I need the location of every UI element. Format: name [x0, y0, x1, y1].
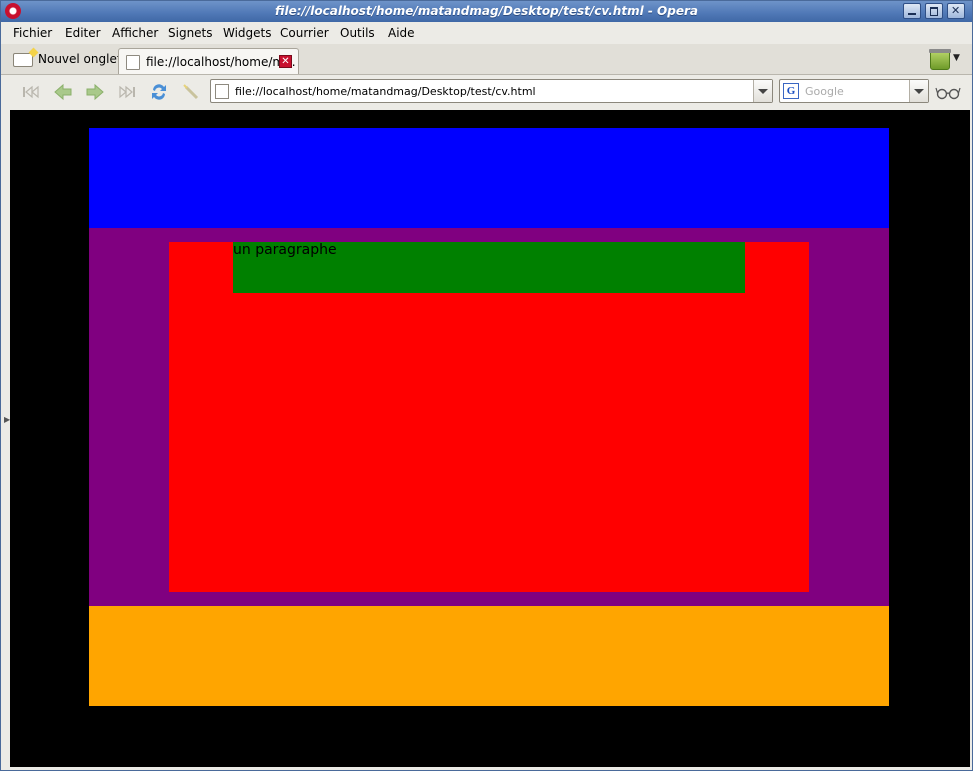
rewind-button[interactable] — [21, 83, 41, 101]
menu-outils[interactable]: Outils — [340, 26, 375, 40]
menu-widgets[interactable]: Widgets — [223, 26, 272, 40]
tab-bar: Nouvel onglet file://localhost/home/m...… — [1, 44, 972, 75]
reload-button[interactable] — [149, 81, 169, 103]
menu-editer[interactable]: Editer — [65, 26, 101, 40]
search-input[interactable]: Google — [805, 85, 844, 98]
new-tab-icon — [13, 53, 33, 67]
search-engine-dropdown[interactable] — [909, 80, 928, 102]
close-tab-icon[interactable]: ✕ — [279, 55, 292, 68]
menu-aide[interactable]: Aide — [388, 26, 415, 40]
address-input[interactable]: file://localhost/home/matandmag/Desktop/… — [235, 85, 536, 98]
close-window-button[interactable] — [947, 3, 965, 19]
page-icon — [126, 55, 140, 70]
menu-fichier[interactable]: Fichier — [13, 26, 52, 40]
page-viewport: un paragraphe — [10, 110, 970, 767]
menu-afficher[interactable]: Afficher — [112, 26, 158, 40]
page-icon — [215, 84, 229, 99]
forward-button[interactable] — [85, 83, 105, 101]
reload-icon — [152, 84, 166, 100]
google-icon[interactable]: G — [783, 83, 799, 99]
glasses-icon[interactable] — [935, 84, 961, 100]
menu-courrier[interactable]: Courrier — [280, 26, 329, 40]
content-block — [169, 242, 809, 592]
menu-signets[interactable]: Signets — [168, 26, 213, 40]
header-block — [89, 128, 889, 228]
new-tab-label: Nouvel onglet — [38, 52, 122, 66]
browser-window: file://localhost/home/matandmag/Desktop/… — [0, 0, 973, 771]
fast-forward-button[interactable] — [117, 83, 137, 101]
back-button[interactable] — [53, 83, 73, 101]
paragraph-block: un paragraphe — [233, 242, 745, 293]
trash-menu-arrow-icon[interactable]: ▼ — [953, 53, 960, 63]
search-bar[interactable]: G Google — [779, 79, 929, 103]
back-arrow-icon — [54, 83, 72, 101]
tab-active[interactable]: file://localhost/home/m... ✕ — [118, 48, 299, 74]
trash-icon[interactable] — [929, 49, 951, 70]
menu-bar: Fichier Editer Afficher Signets Widgets … — [1, 22, 972, 44]
minimize-button[interactable] — [903, 3, 921, 19]
address-history-dropdown[interactable] — [753, 80, 772, 102]
rewind-icon — [23, 85, 39, 99]
tab-label: file://localhost/home/m... — [146, 55, 296, 69]
wand-button[interactable] — [181, 83, 201, 101]
paragraph-text: un paragraphe — [233, 242, 337, 258]
address-bar[interactable]: file://localhost/home/matandmag/Desktop/… — [210, 79, 773, 103]
title-bar: file://localhost/home/matandmag/Desktop/… — [1, 1, 972, 22]
fast-forward-icon — [119, 85, 135, 99]
footer-block — [89, 606, 889, 706]
wand-icon — [183, 84, 199, 100]
window-title: file://localhost/home/matandmag/Desktop/… — [275, 4, 698, 18]
navigation-toolbar: file://localhost/home/matandmag/Desktop/… — [1, 75, 972, 109]
forward-arrow-icon — [86, 83, 104, 101]
maximize-button[interactable] — [925, 3, 943, 19]
